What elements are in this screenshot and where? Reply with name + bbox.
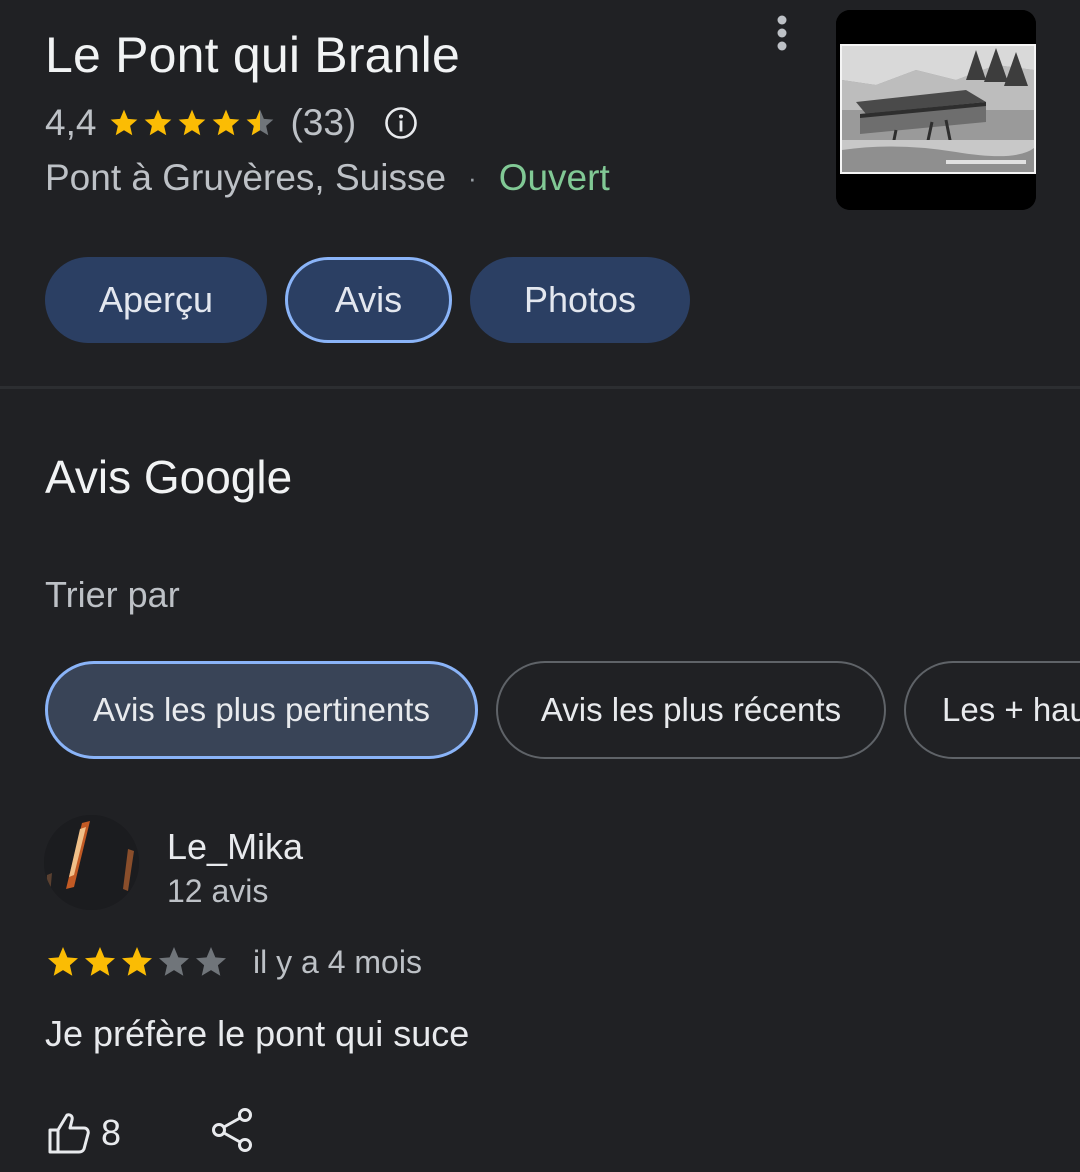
sort-chip-relevant[interactable]: Avis les plus pertinents	[45, 661, 478, 759]
tab-apercu[interactable]: Aperçu	[45, 257, 267, 343]
sort-label: Trier par	[45, 574, 180, 615]
like-button[interactable]: 8	[45, 1108, 121, 1158]
thumb-up-icon	[48, 1113, 90, 1154]
star-icon	[145, 109, 172, 136]
star-icon	[122, 947, 152, 976]
star-half-icon	[247, 109, 274, 136]
review-text: Je préfère le pont qui suce	[45, 1013, 470, 1054]
star-icon	[48, 947, 78, 976]
address-row: Pont à Gruyères, Suisse · Ouvert	[45, 155, 610, 201]
review-meta: il y a 4 mois	[45, 941, 422, 983]
place-address: Pont à Gruyères, Suisse	[45, 157, 447, 198]
section-divider	[0, 386, 1080, 389]
sort-chip-highest[interactable]: Les + hau	[904, 661, 1080, 759]
share-button[interactable]	[210, 1107, 256, 1153]
star-icon	[111, 109, 138, 136]
share-icon	[212, 1108, 252, 1152]
more-vert-icon[interactable]	[770, 14, 794, 54]
rating-row: 4,4 (33)	[45, 100, 418, 146]
star-empty-icon	[159, 947, 189, 976]
star-icon	[85, 947, 115, 976]
reviewer-name[interactable]: Le_Mika	[167, 826, 303, 868]
avatar[interactable]	[44, 815, 139, 910]
star-empty-icon	[196, 947, 226, 976]
review-rating-stars	[45, 944, 229, 980]
place-thumbnail[interactable]	[836, 10, 1036, 210]
place-title: Le Pont qui Branle	[45, 27, 461, 83]
place-tabs: Aperçu Avis Photos	[45, 257, 690, 343]
review-date: il y a 4 mois	[253, 943, 422, 980]
reviewer-review-count: 12 avis	[167, 873, 269, 909]
star-icon	[213, 109, 240, 136]
reviews-section-title: Avis Google	[45, 451, 293, 503]
sort-chips: Avis les plus pertinents Avis les plus r…	[45, 661, 1080, 759]
rating-value: 4,4	[45, 102, 97, 143]
review-count[interactable]: (33)	[290, 102, 356, 144]
place-details-page: Le Pont qui Branle 4,4 (33) Pont à Gruyè…	[0, 0, 1080, 1172]
separator-dot: ·	[468, 162, 477, 193]
tab-avis[interactable]: Avis	[285, 257, 452, 343]
info-icon[interactable]	[384, 106, 418, 140]
tab-photos[interactable]: Photos	[470, 257, 690, 343]
like-count: 8	[101, 1112, 122, 1153]
place-rating-stars	[108, 107, 276, 139]
open-status: Ouvert	[498, 157, 610, 198]
star-icon	[179, 109, 206, 136]
sort-chip-recent[interactable]: Avis les plus récents	[496, 661, 886, 759]
